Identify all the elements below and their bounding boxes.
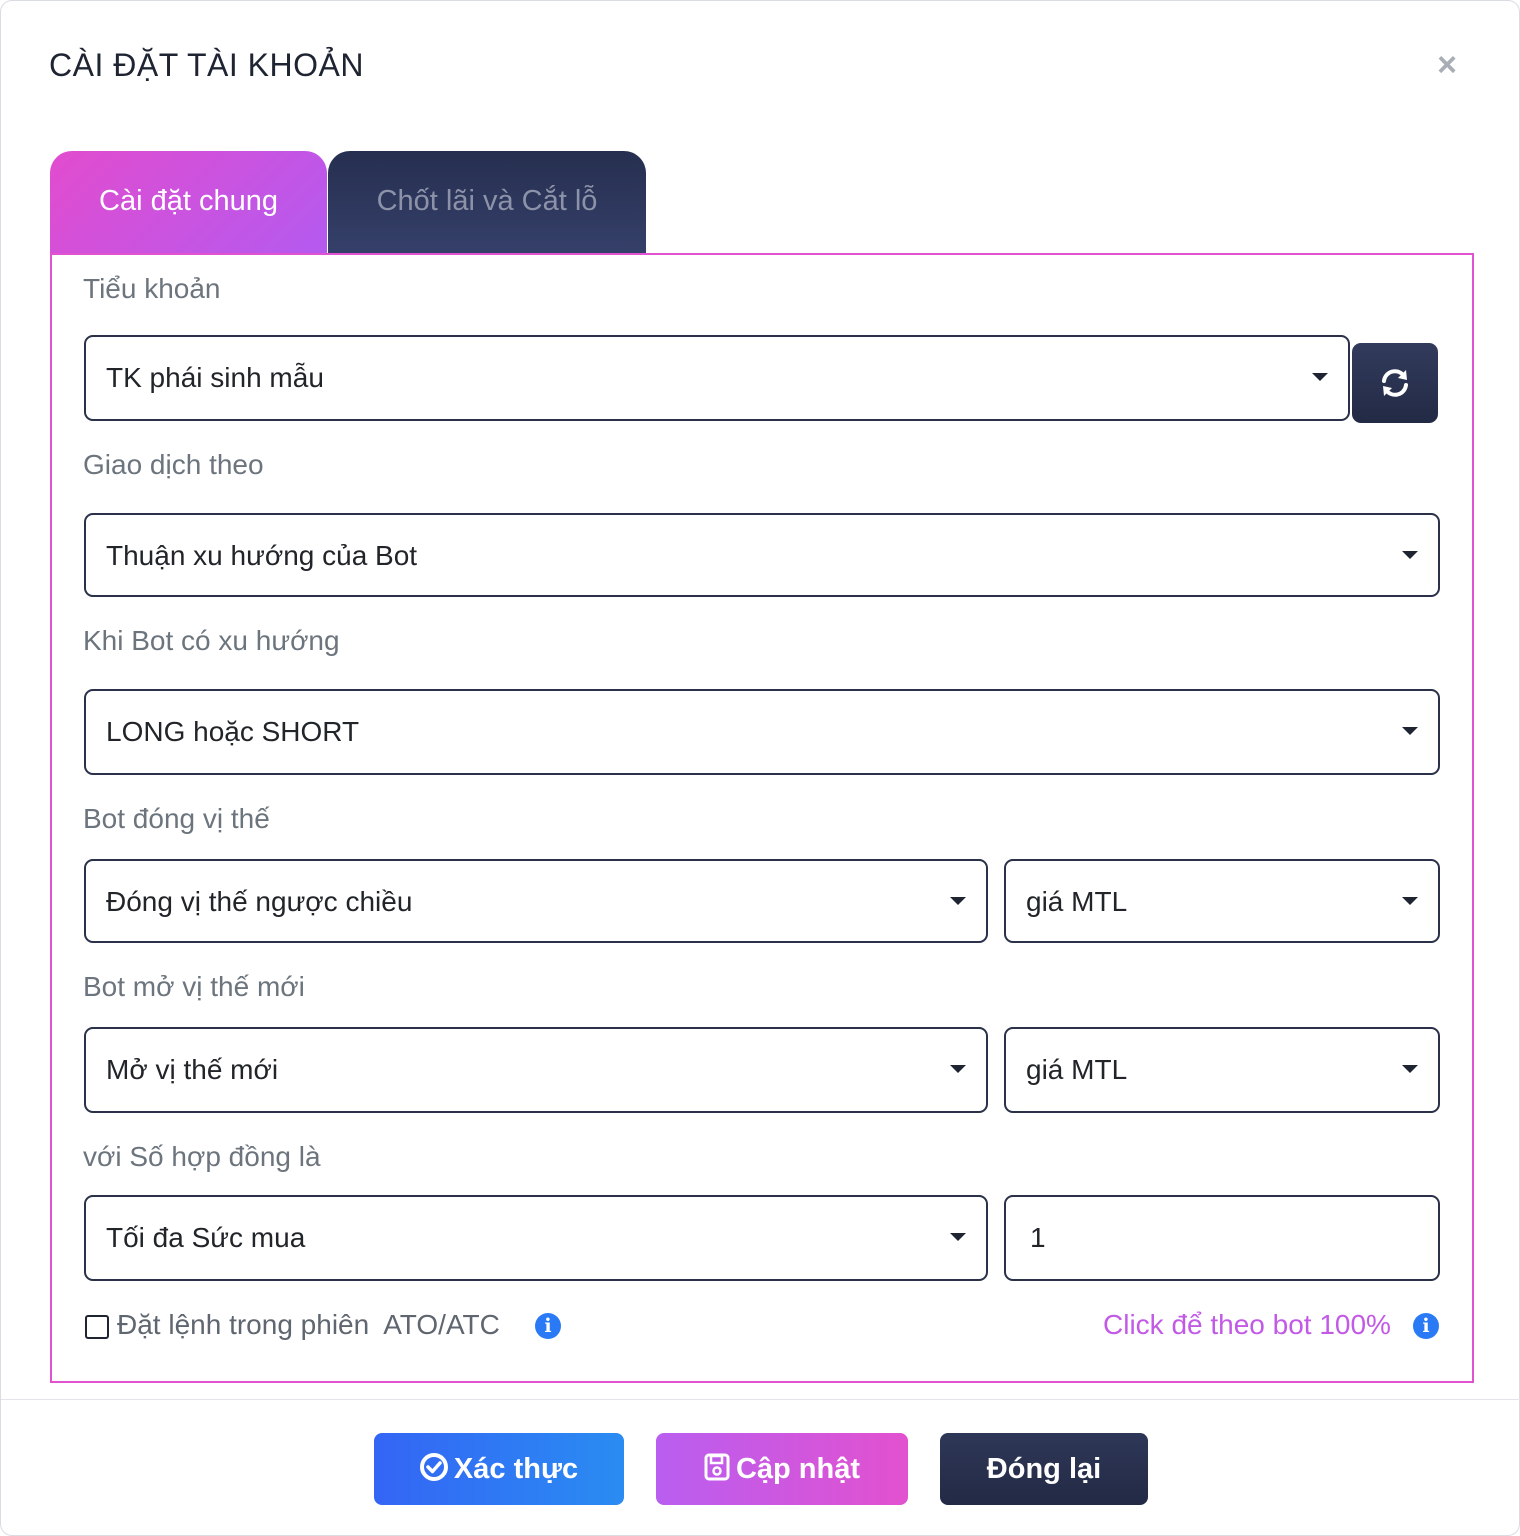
account-settings-modal: CÀI ĐẶT TÀI KHOẢN × Cài đặt chung Chốt l… bbox=[0, 0, 1520, 1536]
when-trend-select[interactable]: LONG hoặc SHORT bbox=[84, 689, 1440, 775]
contracts-select[interactable]: Tối đa Sức mua bbox=[84, 1195, 988, 1281]
chevron-down-icon bbox=[950, 897, 966, 905]
contracts-label: với Số hợp đồng là bbox=[83, 1141, 321, 1172]
open-price-select[interactable]: giá MTL bbox=[1004, 1027, 1440, 1113]
check-circle-icon bbox=[419, 1453, 448, 1482]
footer-divider bbox=[1, 1399, 1520, 1400]
refresh-icon bbox=[1382, 369, 1408, 397]
chevron-down-icon bbox=[1312, 373, 1328, 381]
verify-button[interactable]: Xác thực bbox=[374, 1433, 624, 1505]
trade-by-select[interactable]: Thuận xu hướng của Bot bbox=[84, 513, 1440, 597]
info-icon[interactable]: i bbox=[1413, 1313, 1439, 1339]
open-position-label: Bot mở vị thế mới bbox=[83, 971, 305, 1002]
refresh-button[interactable] bbox=[1352, 343, 1438, 423]
close-price-value: giá MTL bbox=[1026, 886, 1128, 917]
session-order-checkbox[interactable] bbox=[85, 1315, 109, 1339]
close-icon[interactable]: × bbox=[1429, 45, 1465, 85]
chevron-down-icon bbox=[1402, 727, 1418, 735]
close-position-value: Đóng vị thế ngược chiều bbox=[106, 886, 413, 917]
follow-bot-link[interactable]: Click để theo bot 100% bbox=[1103, 1309, 1391, 1341]
quantity-value: 1 bbox=[1030, 1222, 1046, 1253]
modal-title: CÀI ĐẶT TÀI KHOẢN bbox=[49, 47, 364, 83]
tab-take-profit-stop-loss[interactable]: Chốt lãi và Cắt lỗ bbox=[328, 151, 646, 253]
open-position-value: Mở vị thế mới bbox=[106, 1054, 279, 1085]
when-trend-value: LONG hoặc SHORT bbox=[106, 716, 360, 747]
chevron-down-icon bbox=[950, 1065, 966, 1073]
close-price-select[interactable]: giá MTL bbox=[1004, 859, 1440, 943]
session-order-label: Đặt lệnh trong phiên ATO/ATC bbox=[117, 1309, 500, 1340]
quantity-input[interactable]: 1 bbox=[1004, 1195, 1440, 1281]
tab-general-settings[interactable]: Cài đặt chung bbox=[50, 151, 327, 255]
chevron-down-icon bbox=[1402, 897, 1418, 905]
trade-by-label: Giao dịch theo bbox=[83, 449, 264, 480]
update-button-label: Cập nhật bbox=[735, 1453, 861, 1485]
close-position-label: Bot đóng vị thế bbox=[83, 803, 270, 834]
close-position-select[interactable]: Đóng vị thế ngược chiều bbox=[84, 859, 988, 943]
save-icon bbox=[704, 1453, 730, 1481]
sub-account-value: TK phái sinh mẫu bbox=[106, 362, 324, 393]
chevron-down-icon bbox=[1402, 1065, 1418, 1073]
verify-button-label: Xác thực bbox=[453, 1453, 579, 1485]
contracts-value: Tối đa Sức mua bbox=[106, 1222, 306, 1253]
when-trend-label: Khi Bot có xu hướng bbox=[83, 625, 340, 656]
open-position-select[interactable]: Mở vị thế mới bbox=[84, 1027, 988, 1113]
update-button[interactable]: Cập nhật bbox=[656, 1433, 908, 1505]
info-icon[interactable]: i bbox=[535, 1313, 561, 1339]
sub-account-select[interactable]: TK phái sinh mẫu bbox=[84, 335, 1350, 421]
trade-by-value: Thuận xu hướng của Bot bbox=[106, 540, 418, 571]
chevron-down-icon bbox=[1402, 551, 1418, 559]
chevron-down-icon bbox=[950, 1233, 966, 1241]
open-price-value: giá MTL bbox=[1026, 1054, 1128, 1085]
sub-account-label: Tiểu khoản bbox=[83, 273, 221, 304]
close-button[interactable]: Đóng lại bbox=[940, 1433, 1148, 1505]
